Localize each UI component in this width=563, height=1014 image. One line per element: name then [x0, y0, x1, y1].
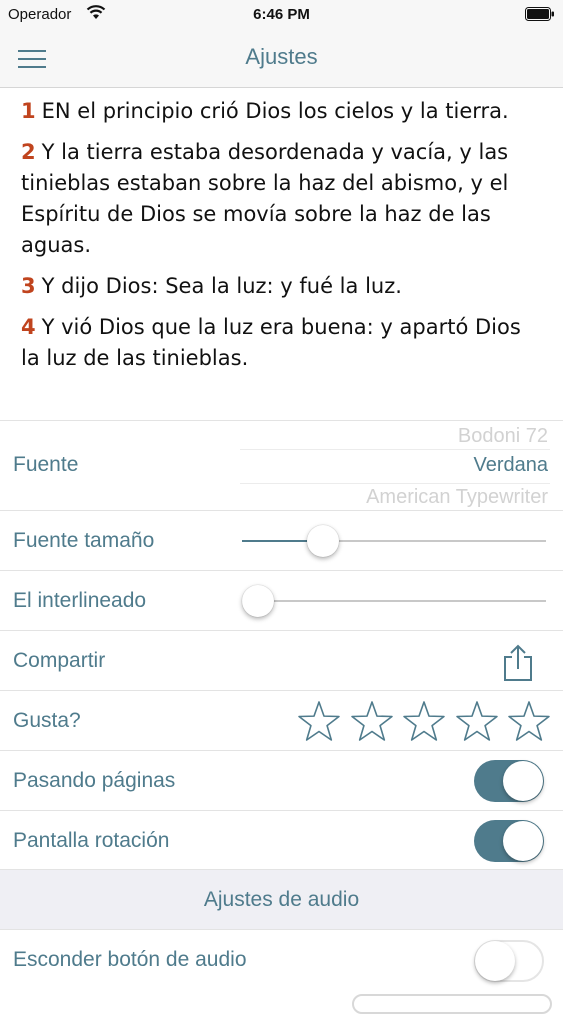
font-picker[interactable]: Bodoni 72 Verdana American Typewriter [240, 421, 550, 511]
verse: 1 EN el principio crió Dios los cielos y … [21, 96, 541, 127]
font-row: Fuente Bodoni 72 Verdana American Typewr… [0, 420, 563, 510]
font-option[interactable]: Bodoni 72 [458, 425, 548, 448]
screen-rotation-toggle[interactable] [474, 820, 544, 862]
text-preview: 1 EN el principio crió Dios los cielos y … [0, 88, 563, 420]
slider-thumb[interactable] [307, 525, 340, 557]
audio-section-header: Ajustes de audio [0, 869, 563, 930]
line-spacing-row: El interlineado [0, 570, 563, 630]
picker-divider [240, 483, 550, 484]
hide-audio-button-label: Esconder botón de audio [13, 948, 247, 971]
star-outline-icon[interactable] [454, 699, 500, 745]
hide-audio-button-row: Esconder botón de audio [0, 929, 563, 991]
star-outline-icon[interactable] [349, 699, 395, 745]
battery-icon [525, 7, 554, 21]
page-turning-toggle[interactable] [474, 760, 544, 802]
rating-label: Gusta? [13, 709, 81, 732]
page-turning-row: Pasando páginas [0, 750, 563, 810]
font-option-selected[interactable]: Verdana [473, 454, 548, 477]
font-size-slider[interactable] [242, 525, 546, 557]
page-turning-label: Pasando páginas [13, 769, 176, 792]
line-spacing-label: El interlineado [13, 589, 147, 612]
verse-number: 3 [21, 274, 36, 298]
font-size-label: Fuente tamaño [13, 529, 155, 552]
verse-number: 2 [21, 140, 36, 164]
star-rating[interactable] [296, 699, 552, 745]
verse-text: EN el principio crió Dios los cielos y l… [41, 99, 509, 123]
partially-visible-control[interactable] [352, 994, 552, 1014]
verse: 3Y dijo Dios: Sea la luz: y fué la luz. [21, 271, 541, 302]
star-outline-icon[interactable] [296, 699, 342, 745]
hide-audio-button-toggle[interactable] [474, 940, 544, 982]
toggle-knob [503, 821, 543, 861]
verse-number: 1 [21, 99, 36, 123]
verse-text: Y vió Dios que la luz era buena: y apart… [21, 315, 521, 370]
share-icon[interactable] [500, 644, 536, 682]
screen-rotation-label: Pantalla rotación [13, 829, 170, 852]
share-row[interactable]: Compartir [0, 630, 563, 690]
status-time: 6:46 PM [253, 6, 310, 23]
page-title: Ajustes [245, 44, 318, 69]
verse-text: Y dijo Dios: Sea la luz: y fué la luz. [41, 274, 402, 298]
line-spacing-slider[interactable] [242, 585, 546, 617]
star-outline-icon[interactable] [506, 699, 552, 745]
screen-rotation-row: Pantalla rotación [0, 810, 563, 869]
star-outline-icon[interactable] [401, 699, 447, 745]
toggle-knob [475, 941, 515, 981]
audio-section-title: Ajustes de audio [203, 888, 360, 911]
slider-track [242, 600, 546, 602]
verse-number: 4 [21, 315, 36, 339]
status-bar: Operador 6:46 PM [0, 0, 563, 30]
font-option[interactable]: American Typewriter [366, 486, 548, 509]
share-label: Compartir [13, 649, 106, 672]
picker-divider [240, 449, 550, 450]
nav-bar: Ajustes [0, 30, 563, 88]
toggle-knob [503, 761, 543, 801]
rating-row: Gusta? [0, 690, 563, 750]
font-size-row: Fuente tamaño [0, 510, 563, 570]
verse-text: Y la tierra estaba desordenada y vacía, … [21, 140, 509, 257]
verse: 2Y la tierra estaba desordenada y vacía,… [21, 137, 541, 261]
verse: 4Y vió Dios que la luz era buena: y apar… [21, 312, 541, 374]
slider-thumb[interactable] [242, 585, 274, 617]
font-label: Fuente [13, 453, 79, 476]
